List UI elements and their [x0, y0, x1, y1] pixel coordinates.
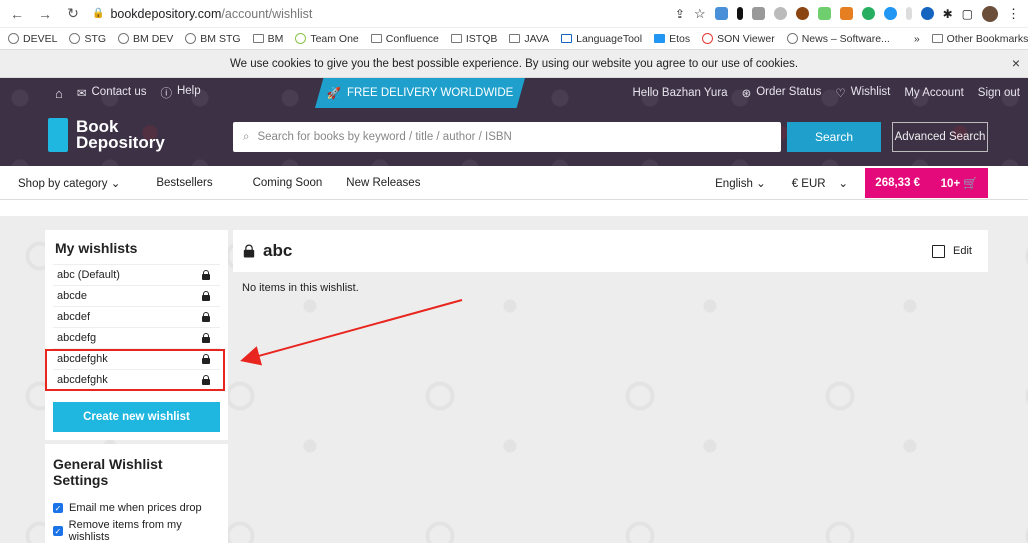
annotation-arrow — [240, 299, 463, 366]
